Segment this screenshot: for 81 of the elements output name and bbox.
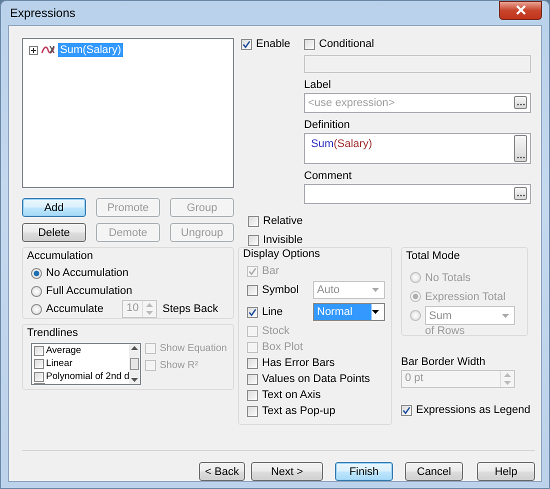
ellipsis-icon — [516, 103, 524, 106]
list-button[interactable]: Delete — [22, 223, 86, 242]
radio-label: No Accumulation — [46, 267, 129, 279]
checkbox[interactable] — [247, 306, 258, 318]
field-label: Comment — [304, 170, 353, 182]
radio-button[interactable] — [31, 286, 42, 296]
group-title: Accumulation — [27, 250, 94, 262]
checkbox-label: Show R² — [160, 360, 198, 371]
expression-icon — [41, 44, 55, 56]
steps-label: Steps Back — [162, 303, 218, 315]
field-label: Definition — [304, 119, 351, 131]
up-arrow-icon[interactable] — [130, 346, 138, 350]
checkbox-label: Values on Data Points — [262, 373, 370, 385]
ellipsis-icon — [516, 156, 524, 159]
checkbox-label: Polynomial of 2nd d — [46, 371, 129, 382]
checkbox[interactable] — [247, 390, 258, 400]
list-button[interactable]: Add — [22, 198, 86, 217]
dialog-button[interactable]: Finish — [335, 462, 393, 481]
browse-button[interactable] — [514, 135, 527, 162]
tree-item[interactable]: Sum(Salary) — [58, 43, 124, 57]
checkbox-label: Conditional — [319, 38, 374, 50]
radio-button[interactable] — [31, 304, 42, 314]
browse-button[interactable] — [514, 187, 527, 200]
checkbox-label: Line — [262, 306, 283, 318]
dropdown-arrow-icon — [372, 288, 379, 292]
dropdown-arrow-icon — [372, 310, 379, 314]
dropdown-arrow-icon — [502, 314, 509, 318]
checkbox-label: Stock — [262, 325, 290, 337]
checkbox[interactable] — [34, 358, 44, 368]
checkbox[interactable] — [304, 38, 315, 50]
checkbox-label: Expressions as Legend — [416, 404, 530, 416]
checkbox-label: Invisible — [263, 234, 303, 246]
checkbox[interactable] — [247, 374, 258, 384]
group-title: Trendlines — [27, 327, 79, 339]
field-label: Bar Border Width — [401, 356, 486, 368]
close-button[interactable] — [499, 0, 542, 20]
expand-icon[interactable] — [29, 46, 38, 54]
checkbox-label: Enable — [256, 38, 290, 50]
checkbox-label: Box Plot — [262, 341, 303, 353]
checkbox-label: Show Equation — [160, 343, 227, 354]
close-icon — [514, 5, 526, 15]
checkbox-label: Text as Pop-up — [262, 405, 336, 417]
ellipsis-icon — [516, 194, 524, 197]
dialog-button[interactable]: Cancel — [405, 462, 463, 481]
checkbox[interactable] — [248, 216, 259, 226]
down-arrow-icon[interactable] — [130, 378, 138, 382]
checkbox-label: Relative — [263, 215, 303, 227]
definition-field[interactable]: Sum(Salary) — [304, 133, 531, 164]
group-title: Display Options — [243, 248, 322, 260]
checkbox-label: Average — [46, 345, 82, 356]
scrollbar[interactable] — [128, 344, 140, 384]
checkbox[interactable] — [247, 406, 258, 416]
label-field[interactable]: <use expression> — [304, 93, 531, 113]
checkbox[interactable] — [34, 346, 44, 356]
checkbox[interactable] — [34, 372, 44, 382]
rows-label: of Rows — [425, 325, 466, 337]
checkbox[interactable] — [247, 358, 258, 368]
checkbox-label: Bar — [262, 265, 280, 277]
radio-label: No Totals — [425, 272, 471, 284]
condition-field[interactable] — [304, 55, 531, 73]
window-title: Expressions — [10, 6, 76, 20]
checkbox[interactable] — [241, 38, 252, 50]
checkbox[interactable] — [247, 284, 258, 296]
radio-label: Accumulate — [46, 303, 104, 315]
checkbox-label: Symbol — [262, 284, 299, 296]
dropdown[interactable]: Normal — [313, 303, 385, 321]
dialog-button[interactable]: Next > — [251, 462, 323, 481]
checkbox-label: Has Error Bars — [262, 357, 335, 369]
checkbox[interactable] — [248, 234, 259, 246]
checkbox-label: Text on Axis — [262, 389, 321, 401]
comment-field[interactable] — [304, 184, 531, 204]
dialog-button[interactable]: < Back — [199, 462, 245, 481]
checkbox[interactable] — [401, 404, 412, 416]
radio-label: Expression Total — [425, 290, 506, 302]
radio-button[interactable] — [31, 268, 42, 278]
radio-label: Full Accumulation — [46, 285, 132, 297]
dialog-button[interactable]: Help — [477, 462, 535, 481]
browse-button[interactable] — [514, 96, 527, 109]
field-label: Label — [304, 79, 332, 91]
group-title: Total Mode — [406, 250, 461, 262]
checkbox-label: Linear — [46, 358, 72, 369]
